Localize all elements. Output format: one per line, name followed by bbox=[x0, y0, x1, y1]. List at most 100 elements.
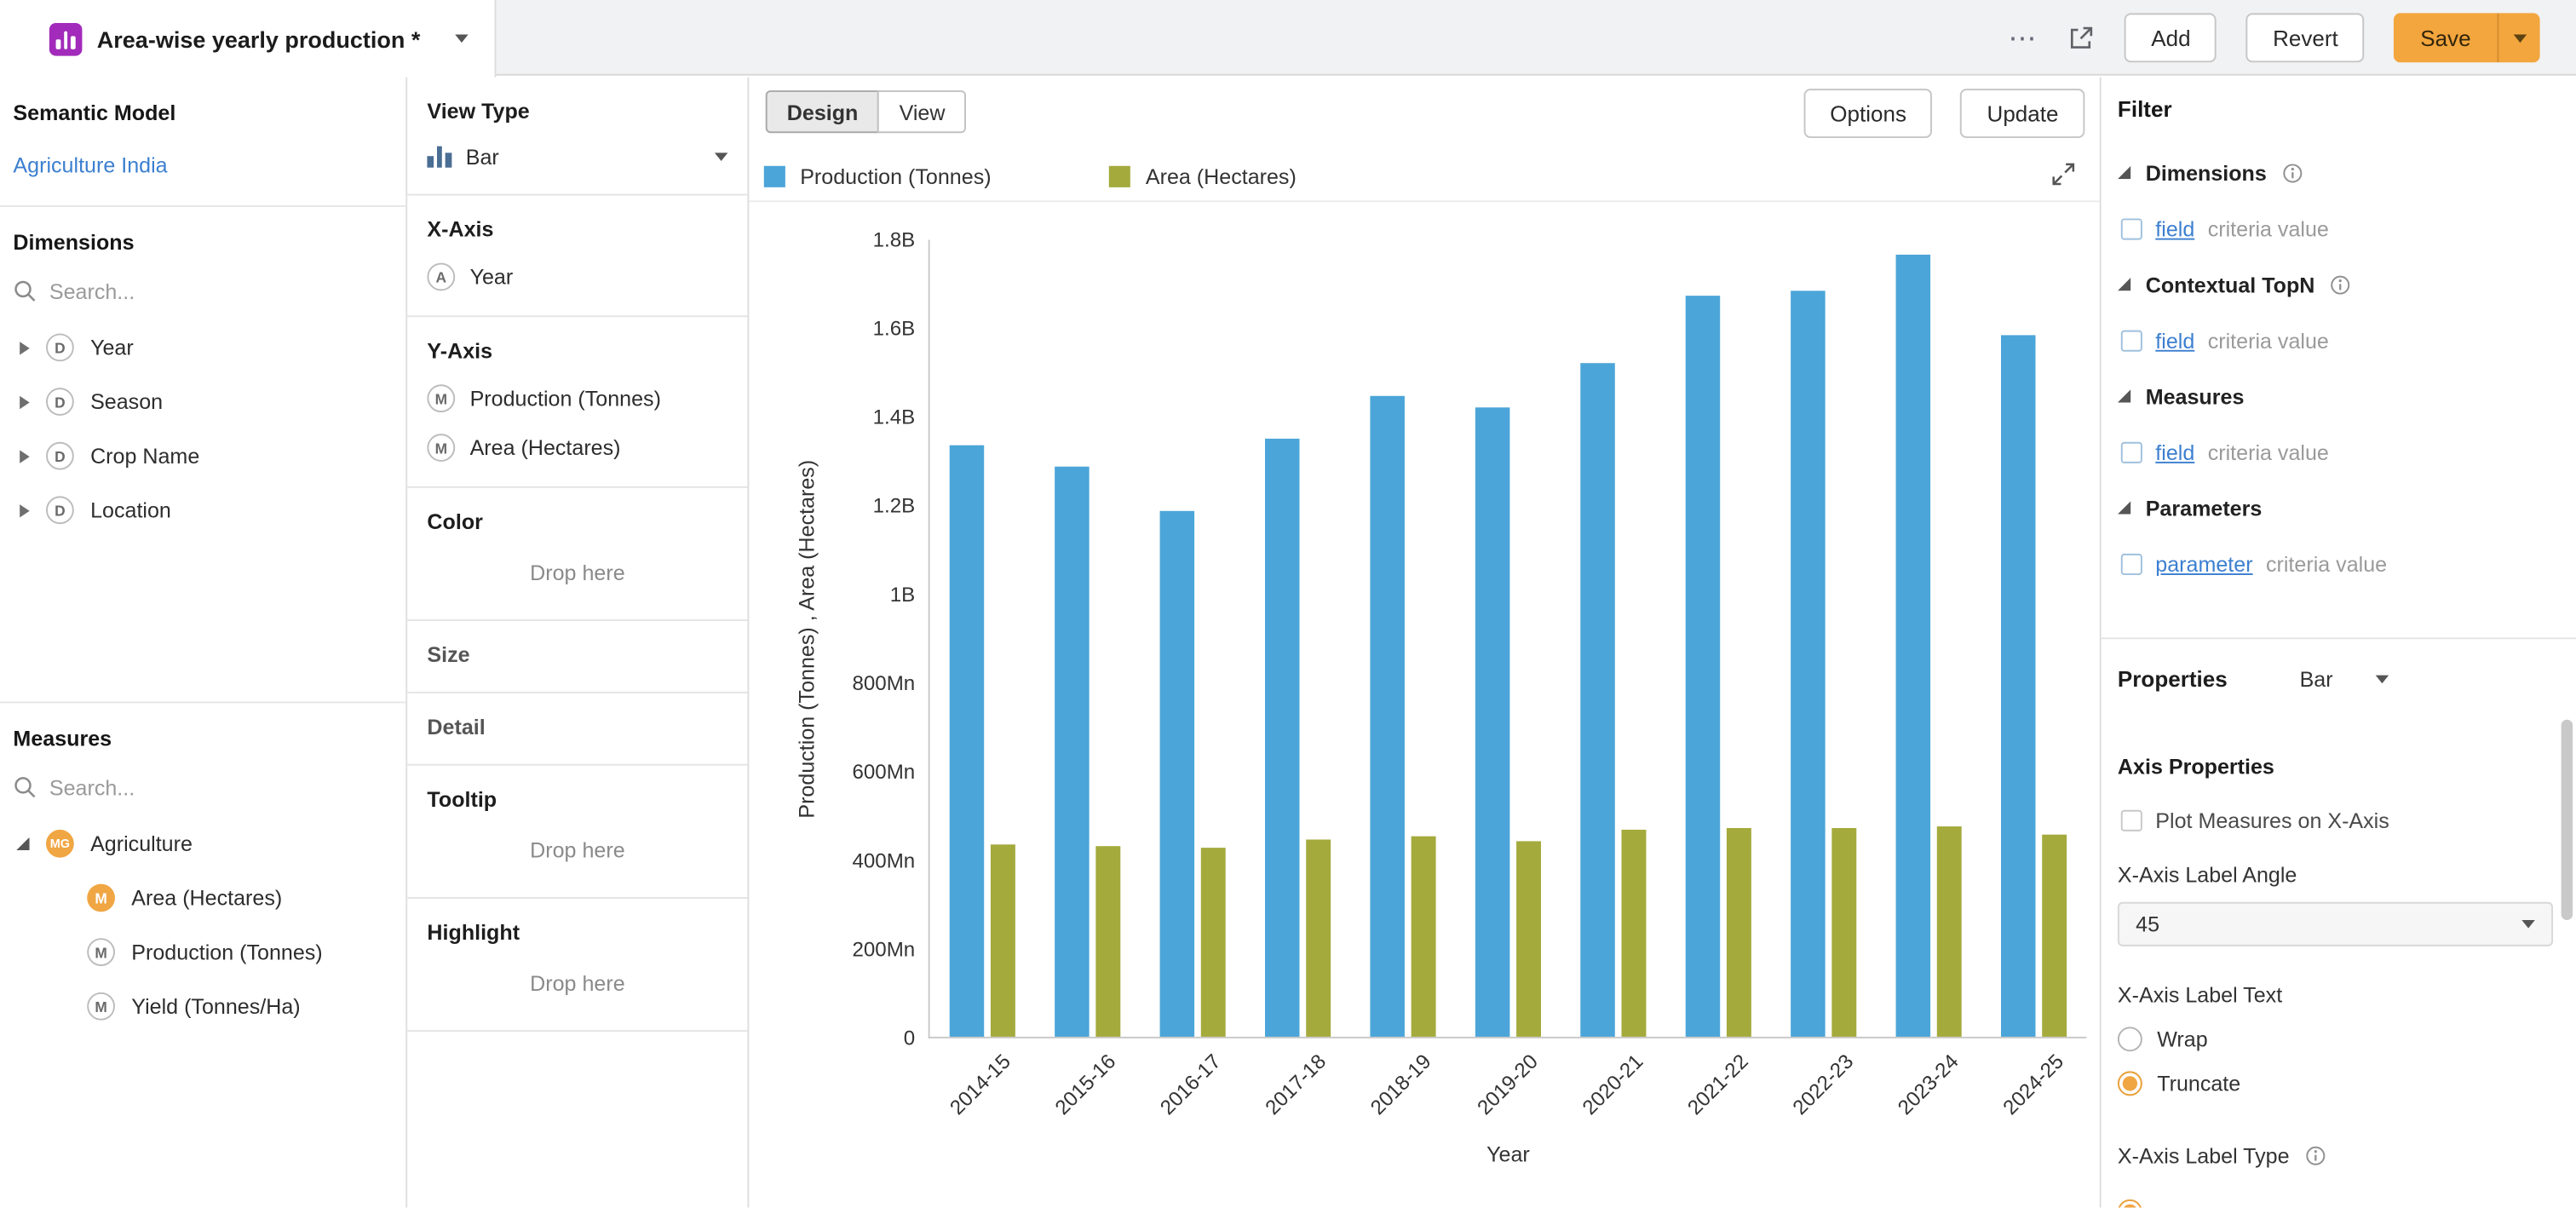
area-bar[interactable] bbox=[1937, 827, 1962, 1037]
criteria-field-link[interactable]: parameter bbox=[2155, 551, 2252, 576]
y-axis-tick-label: 1.2B bbox=[873, 494, 916, 517]
production-bar[interactable] bbox=[1370, 395, 1405, 1037]
criteria-checkbox[interactable] bbox=[2121, 441, 2142, 463]
criteria-checkbox[interactable] bbox=[2121, 553, 2142, 574]
properties-type-dropdown[interactable]: Bar bbox=[2300, 666, 2389, 691]
filter-section-header[interactable]: Parameters bbox=[2118, 493, 2553, 523]
dimension-type-badge: D bbox=[46, 442, 74, 470]
y-axis-field[interactable]: MProduction (Tonnes) bbox=[427, 384, 727, 412]
legend-item[interactable]: Area (Hectares) bbox=[1109, 164, 1296, 188]
tooltip-drop-zone[interactable]: Drop here bbox=[427, 838, 727, 872]
add-button[interactable]: Add bbox=[2125, 13, 2217, 62]
measure-group-agriculture[interactable]: MG Agriculture bbox=[0, 816, 405, 871]
criteria-field-link[interactable]: field bbox=[2155, 440, 2194, 464]
semantic-model-link[interactable]: Agriculture India bbox=[13, 152, 392, 177]
area-bar[interactable] bbox=[1516, 841, 1541, 1037]
topbar: Area-wise yearly production * ⋯ Add Reve… bbox=[0, 0, 2576, 76]
chevron-down-icon[interactable] bbox=[455, 34, 468, 43]
production-bar[interactable] bbox=[1265, 438, 1300, 1037]
dimension-item[interactable]: DLocation bbox=[0, 483, 405, 538]
chevron-down-icon bbox=[2376, 675, 2389, 683]
production-bar[interactable] bbox=[1580, 362, 1614, 1036]
color-drop-zone[interactable]: Drop here bbox=[427, 561, 727, 595]
production-bar[interactable] bbox=[950, 445, 985, 1037]
clipped-radio[interactable] bbox=[2118, 1199, 2142, 1208]
expand-chart-icon[interactable] bbox=[2050, 161, 2077, 195]
highlight-drop-zone[interactable]: Drop here bbox=[427, 971, 727, 1006]
search-icon bbox=[13, 775, 36, 798]
chart-config-panel: View Type Bar X-Axis A Year Y-Axis MProd… bbox=[407, 78, 749, 1208]
filter-panel: Filter Dimensionsfieldcriteria valueCont… bbox=[2100, 78, 2576, 1208]
area-bar[interactable] bbox=[1831, 828, 1856, 1037]
production-bar[interactable] bbox=[1896, 254, 1931, 1037]
measure-label: Yield (Tonnes/Ha) bbox=[131, 994, 300, 1019]
area-bar[interactable] bbox=[1621, 830, 1646, 1037]
document-title: Area-wise yearly production * bbox=[97, 26, 421, 52]
properties-heading: Properties bbox=[2118, 666, 2228, 691]
expand-icon[interactable] bbox=[20, 503, 30, 516]
detail-section[interactable]: Detail bbox=[407, 693, 747, 766]
legend-label: Area (Hectares) bbox=[1146, 164, 1297, 188]
expand-icon[interactable] bbox=[20, 395, 30, 408]
measure-item[interactable]: MProduction (Tonnes) bbox=[0, 925, 405, 980]
view-type-selector[interactable]: Bar bbox=[427, 145, 727, 170]
save-button[interactable]: Save bbox=[2394, 13, 2497, 62]
filter-section-header[interactable]: Measures bbox=[2118, 381, 2553, 411]
criteria-checkbox[interactable] bbox=[2121, 218, 2142, 239]
tab-view[interactable]: View bbox=[878, 90, 967, 133]
document-tab[interactable]: Area-wise yearly production * bbox=[0, 0, 496, 78]
measure-item[interactable]: MYield (Tonnes/Ha) bbox=[0, 979, 405, 1033]
x-axis-field[interactable]: A Year bbox=[427, 263, 727, 291]
production-bar[interactable] bbox=[1475, 407, 1510, 1037]
options-button[interactable]: Options bbox=[1803, 89, 1932, 138]
dimension-type-badge: D bbox=[46, 388, 74, 416]
more-options-icon[interactable]: ⋯ bbox=[2009, 24, 2038, 52]
production-bar[interactable] bbox=[2001, 336, 2036, 1037]
y-axis-field-label: Area (Hectares) bbox=[470, 435, 621, 460]
collapse-icon[interactable] bbox=[16, 837, 29, 850]
production-bar[interactable] bbox=[1686, 296, 1720, 1037]
truncate-label: Truncate bbox=[2157, 1070, 2240, 1095]
criteria-field-link[interactable]: field bbox=[2155, 328, 2194, 353]
dimensions-search-input[interactable] bbox=[49, 279, 313, 303]
filter-section-header[interactable]: Contextual TopN bbox=[2118, 269, 2553, 299]
criteria-value-label: criteria value bbox=[2208, 328, 2329, 353]
criteria-checkbox[interactable] bbox=[2121, 330, 2142, 351]
y-axis-field[interactable]: MArea (Hectares) bbox=[427, 434, 727, 462]
plot-measures-checkbox[interactable] bbox=[2121, 809, 2142, 831]
dimension-item[interactable]: DCrop Name bbox=[0, 429, 405, 483]
area-bar[interactable] bbox=[1201, 848, 1226, 1037]
save-dropdown-button[interactable] bbox=[2497, 13, 2539, 62]
production-bar[interactable] bbox=[1055, 467, 1090, 1037]
measures-heading: Measures bbox=[13, 726, 392, 751]
measure-item[interactable]: MArea (Hectares) bbox=[0, 871, 405, 925]
area-bar[interactable] bbox=[2042, 835, 2067, 1037]
update-button[interactable]: Update bbox=[1961, 89, 2085, 138]
expand-icon[interactable] bbox=[20, 341, 30, 354]
measures-search-input[interactable] bbox=[49, 774, 313, 799]
chevron-down-icon[interactable] bbox=[715, 152, 727, 161]
area-bar[interactable] bbox=[1727, 829, 1751, 1037]
wrap-radio[interactable] bbox=[2118, 1026, 2142, 1050]
x-axis-label-angle-select[interactable]: 45 bbox=[2118, 902, 2553, 946]
area-bar[interactable] bbox=[1095, 846, 1120, 1037]
scrollbar-thumb[interactable] bbox=[2562, 720, 2573, 920]
legend-item[interactable]: Production (Tonnes) bbox=[764, 164, 992, 188]
dimension-item[interactable]: DYear bbox=[0, 320, 405, 375]
area-bar[interactable] bbox=[991, 843, 1015, 1037]
dimension-item[interactable]: DSeason bbox=[0, 375, 405, 429]
size-section[interactable]: Size bbox=[407, 621, 747, 693]
expand-icon[interactable] bbox=[20, 449, 30, 462]
y-axis-tick-label: 0 bbox=[904, 1027, 915, 1050]
main-area: Semantic Model Agriculture India Dimensi… bbox=[0, 78, 2576, 1208]
filter-section-header[interactable]: Dimensions bbox=[2118, 158, 2553, 187]
criteria-field-link[interactable]: field bbox=[2155, 216, 2194, 241]
tab-design[interactable]: Design bbox=[766, 90, 880, 133]
production-bar[interactable] bbox=[1160, 511, 1195, 1037]
area-bar[interactable] bbox=[1412, 837, 1436, 1037]
revert-button[interactable]: Revert bbox=[2246, 13, 2364, 62]
share-icon[interactable] bbox=[2067, 24, 2096, 52]
truncate-radio[interactable] bbox=[2118, 1070, 2142, 1095]
area-bar[interactable] bbox=[1306, 840, 1331, 1037]
production-bar[interactable] bbox=[1791, 291, 1826, 1037]
